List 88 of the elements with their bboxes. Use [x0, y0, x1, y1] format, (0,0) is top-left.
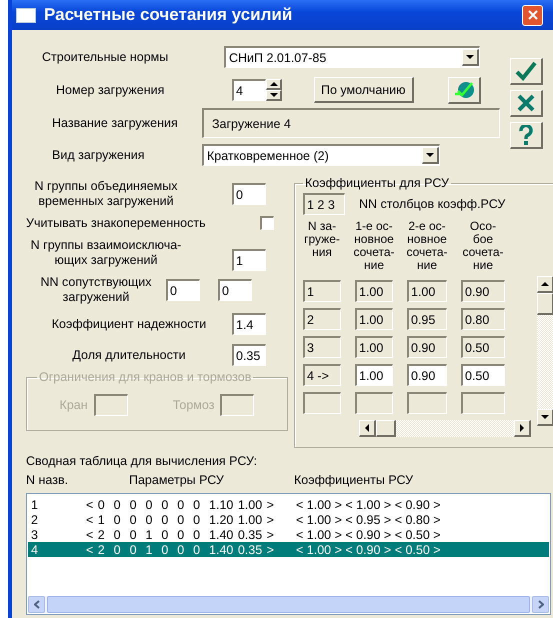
reliability-field[interactable]: 1.4	[232, 313, 266, 335]
field-label: Название загружения	[51, 116, 179, 130]
column-header: Параметры РСУ	[128, 473, 225, 487]
field-label: Номер загружения	[55, 83, 166, 97]
accompanying-field[interactable]: 0	[218, 279, 252, 301]
summary-row[interactable]: 4 < 2 0 0 1 0 0 0 1.40 0.35 > < 1.00 > < 0.90 > < 0.50 >	[28, 542, 549, 557]
left-chevron-icon	[34, 600, 40, 609]
apply-button[interactable]	[448, 76, 481, 104]
coefficient-cell: 0.50	[461, 336, 505, 358]
column-header: Коэффициенты РСУ	[293, 473, 414, 487]
up-arrow-icon	[270, 82, 278, 86]
group-title: Ограничения для кранов и тормозов	[38, 370, 252, 384]
cancel-button[interactable]	[510, 90, 543, 117]
load-number-cell: 2	[303, 308, 341, 330]
up-arrow-icon	[541, 282, 549, 286]
field-label: Вид загружения	[51, 148, 146, 162]
field-label: N группы взаимоисключа- ющих загружений	[30, 238, 182, 268]
close-icon	[528, 10, 538, 20]
load-number-cell: 1	[303, 280, 341, 302]
summary-row[interactable]: 2 < 1 0 0 0 0 0 0 1.20 1.00 > < 1.00 > < 0.95 > < 0.80 >	[28, 512, 549, 527]
dropdown-arrow-icon	[426, 153, 434, 157]
group-title: Коэффициенты для РСУ	[304, 176, 450, 190]
right-chevron-icon	[538, 600, 544, 609]
coefficient-cell: 0.95	[407, 308, 447, 330]
vertical-scrollbar[interactable]	[537, 276, 553, 426]
cross-icon	[517, 94, 535, 112]
field-label: Тормоз	[172, 398, 214, 412]
field-label: NN сопутствующих загружений	[40, 275, 152, 305]
ok-button[interactable]	[510, 58, 543, 85]
empty-cell	[407, 392, 447, 414]
field-label: Строительные нормы	[41, 50, 170, 64]
scroll-thumb[interactable]	[376, 420, 396, 437]
load-type-dropdown[interactable]: Кратковременное (2)	[202, 144, 440, 166]
column-header: 1-е ос- новное сочета- ние	[355, 220, 393, 272]
field-label: Кран	[60, 398, 88, 412]
alternation-checkbox[interactable]	[260, 216, 274, 230]
summary-title: Сводная таблица для вычисления РСУ:	[26, 454, 258, 468]
summary-row[interactable]: 3 < 2 0 0 1 0 0 0 1.40 0.35 > < 1.00 > < 0.90 > < 0.50 >	[28, 527, 549, 542]
field-label: Коэффициент надежности	[50, 317, 208, 331]
field-label: N группы объединяемых временных загружений	[33, 179, 179, 209]
default-button[interactable]: По умолчанию	[314, 77, 414, 103]
empty-cell	[303, 392, 341, 414]
left-arrow-icon	[365, 424, 369, 432]
check-icon	[515, 61, 537, 81]
column-header: 2-е ос- новное сочета- ние	[407, 220, 447, 272]
columns-label: NN столбцов коэфф.РСУ	[359, 197, 506, 211]
coefficient-cell: 1.00	[407, 280, 447, 302]
combined-group-field[interactable]: 0	[232, 183, 266, 205]
coefficient-cell: 1.00	[355, 308, 393, 330]
load-number-cell: 4 ->	[303, 364, 341, 386]
columns-field: 1 2 3	[303, 193, 345, 215]
standard-dropdown[interactable]: СНиП 2.01.07-85	[224, 46, 480, 68]
empty-cell	[355, 392, 393, 414]
down-arrow-icon	[270, 93, 278, 97]
duration-field[interactable]: 0.35	[232, 344, 266, 366]
accompanying-field[interactable]: 0	[166, 279, 200, 301]
close-button[interactable]	[522, 4, 543, 26]
coefficient-cell: 0.80	[461, 308, 505, 330]
right-arrow-icon	[520, 424, 524, 432]
empty-cell	[461, 392, 505, 414]
dropdown-arrow-icon	[466, 55, 474, 59]
coefficient-cell[interactable]: 0.90	[407, 364, 447, 386]
exclusive-group-field[interactable]: 1	[232, 249, 266, 271]
column-header: N за- груже- ния	[303, 220, 341, 261]
coefficient-cell: 1.00	[355, 280, 393, 302]
help-button[interactable]	[510, 122, 543, 149]
horizontal-scrollbar[interactable]	[359, 420, 531, 437]
window-title: Расчетные сочетания усилий	[44, 5, 294, 25]
column-header: Осо- бое сочета- ние	[461, 220, 505, 272]
summary-row[interactable]: 1 < 0 0 0 0 0 0 0 1.10 1.00 > < 1.00 > < 1.00 > < 0.90 >	[28, 497, 549, 512]
horizontal-scrollbar[interactable]	[28, 596, 549, 613]
down-arrow-icon	[541, 415, 549, 419]
window-icon	[16, 8, 36, 22]
spin-down-button[interactable]	[266, 90, 282, 101]
coefficient-cell[interactable]: 1.00	[355, 364, 393, 386]
scroll-thumb[interactable]	[537, 293, 553, 315]
checkbox-label: Учитывать знакопеременность	[26, 216, 207, 230]
load-number-cell: 3	[303, 336, 341, 358]
field-label: Доля длительности	[71, 348, 187, 362]
spin-up-button[interactable]	[266, 79, 282, 90]
question-icon	[519, 125, 533, 145]
coefficient-cell: 0.90	[407, 336, 447, 358]
column-header: N назв.	[26, 473, 70, 487]
coefficient-cell: 0.90	[461, 280, 505, 302]
load-name-field: Загружение 4	[202, 108, 500, 138]
coefficient-cell[interactable]: 0.50	[461, 364, 505, 386]
coefficient-cell: 1.00	[355, 336, 393, 358]
load-number-field[interactable]: 4	[232, 79, 266, 101]
